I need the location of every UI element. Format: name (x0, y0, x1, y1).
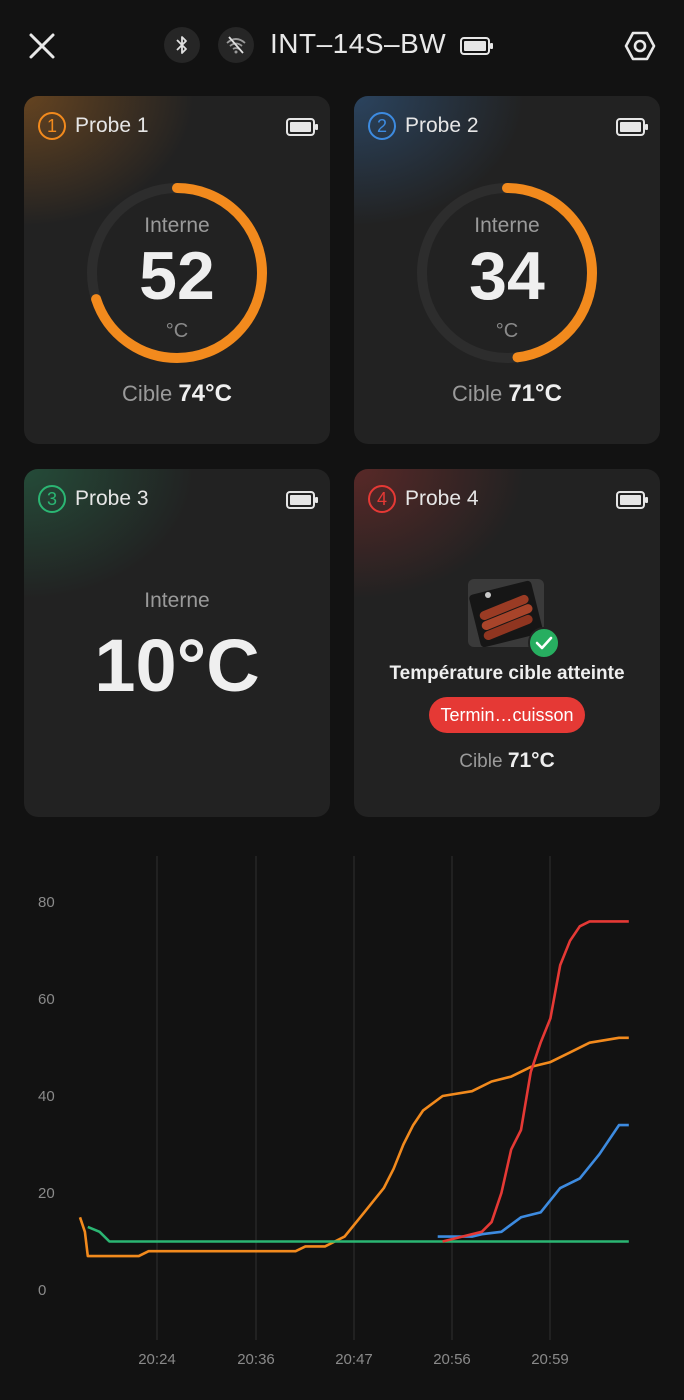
target-value: 71°C (507, 749, 555, 772)
finish-cooking-button[interactable]: Termin…cuisson (429, 697, 585, 733)
bluetooth-status (164, 27, 200, 63)
battery-icon (616, 491, 648, 509)
target-reached-text: Température cible atteinte (389, 663, 625, 684)
probe-header: 2 Probe 2 (368, 112, 479, 140)
x-tick-label: 20:56 (433, 1351, 471, 1368)
probe-number-badge: 2 (368, 112, 396, 140)
settings-icon (624, 31, 656, 61)
y-tick-label: 20 (38, 1185, 55, 1202)
series-line-2 (87, 1225, 629, 1243)
battery-icon (460, 37, 493, 55)
y-tick-label: 60 (38, 991, 55, 1008)
bluetooth-icon (176, 36, 187, 54)
x-tick-label: 20:47 (335, 1351, 373, 1368)
probe-card-3[interactable]: 3 Probe 3 Interne 10°C (24, 469, 330, 817)
probe-name: Probe 3 (75, 487, 149, 510)
target-label: Cible (122, 381, 173, 406)
temp-unit: °C (165, 320, 189, 342)
target-label: Cible (452, 381, 503, 406)
probe-battery (616, 491, 648, 514)
probe-number-badge: 4 (368, 485, 396, 513)
y-tick-label: 0 (38, 1282, 46, 1299)
settings-button[interactable] (620, 26, 660, 66)
wifi-status (218, 27, 254, 63)
check-icon (528, 627, 560, 659)
y-tick-label: 40 (38, 1088, 55, 1105)
top-bar: INT–14S–BW (0, 0, 684, 92)
probe-card-1[interactable]: 1 Probe 1 Interne 52 °C Cible 74°C (24, 96, 330, 444)
target-temp: Cible 71°C (354, 749, 660, 773)
y-tick-label: 80 (38, 894, 55, 911)
current-temp: 34 (469, 238, 545, 314)
probe-name: Probe 2 (405, 114, 479, 137)
current-temp: 10°C (94, 624, 260, 707)
battery-icon (616, 118, 648, 136)
target-label: Cible (459, 751, 503, 772)
temp-label: Interne (144, 589, 210, 612)
probe-card-2[interactable]: 2 Probe 2 Interne 34 °C Cible 71°C (354, 96, 660, 444)
battery-icon (286, 491, 318, 509)
probe-battery (286, 491, 318, 514)
current-temp: 52 (139, 238, 215, 314)
temp-label: Interne (474, 214, 540, 237)
target-value: 74°C (178, 380, 232, 407)
probe-number-badge: 3 (38, 485, 66, 513)
close-button[interactable] (22, 26, 62, 66)
probe-name: Probe 1 (75, 114, 149, 137)
series-line-4 (442, 920, 629, 1243)
device-name: INT–14S–BW (270, 28, 447, 59)
battery-icon (286, 118, 318, 136)
x-tick-label: 20:59 (531, 1351, 569, 1368)
wifi-off-icon (226, 36, 246, 54)
target-temp: Cible 74°C (24, 380, 330, 408)
temp-label: Interne (144, 214, 210, 237)
series-line-3 (437, 1123, 629, 1238)
target-value: 71°C (508, 380, 562, 407)
device-battery (460, 36, 494, 61)
probe-header: 3 Probe 3 (38, 485, 149, 513)
probe-card-4[interactable]: 4 Probe 4 Température cible atteinte Ter… (354, 469, 660, 817)
x-tick-label: 20:36 (237, 1351, 275, 1368)
probe-name: Probe 4 (405, 487, 479, 510)
probe-battery (616, 118, 648, 141)
target-temp: Cible 71°C (354, 380, 660, 408)
temperature-chart[interactable]: 20:24 20:36 20:47 20:56 20:59 80 60 40 20 0 (0, 840, 684, 1380)
probe-battery (286, 118, 318, 141)
probe-header: 4 Probe 4 (368, 485, 479, 513)
probe-number-badge: 1 (38, 112, 66, 140)
x-tick-label: 20:24 (138, 1351, 176, 1368)
probe-header: 1 Probe 1 (38, 112, 149, 140)
close-icon (29, 33, 55, 59)
temp-unit: °C (495, 320, 519, 342)
